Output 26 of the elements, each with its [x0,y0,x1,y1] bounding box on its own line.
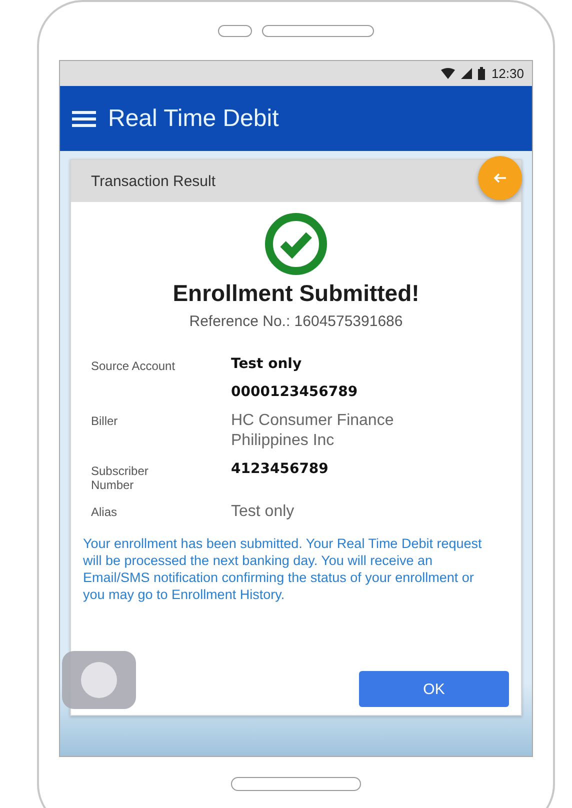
detail-label: Alias [91,504,118,521]
detail-label: Biller [91,413,119,430]
back-arrow-icon [493,173,507,183]
reference-number: Reference No.: 1604575391686 [188,313,404,330]
home-button[interactable] [231,777,361,791]
signal-icon [461,68,472,79]
status-time: 12:30 [491,66,524,81]
card-title: Transaction Result [91,172,216,190]
detail-value: Test only [231,502,296,522]
menu-icon[interactable] [72,110,96,128]
detail-label: Source Account [91,358,176,375]
check-circle-icon [264,212,328,276]
detail-value: 4123456789 [231,461,330,478]
camera-icon [218,25,252,37]
detail-value: 0000123456789 [231,384,359,401]
detail-value: Test only [231,356,303,374]
wifi-icon [441,68,456,79]
detail-label: Subscriber Number [91,463,150,492]
info-message: Your enrollment has been submitted. Your Real Time Debit request will be processed the next banking day. You will receive an Email/SMS notification confirming the status of your enrollment or you may go to Enrollment History. [82,535,483,604]
assistive-touch-button[interactable] [62,651,136,709]
detail-value: HC Consumer Finance Philippines Inc [231,411,395,451]
battery-icon [478,67,486,80]
ok-button[interactable]: OK [359,671,509,707]
result-heading: Enrollment Submitted! [172,280,420,307]
app-title: Real Time Debit [108,104,279,132]
speaker-icon [262,25,374,37]
